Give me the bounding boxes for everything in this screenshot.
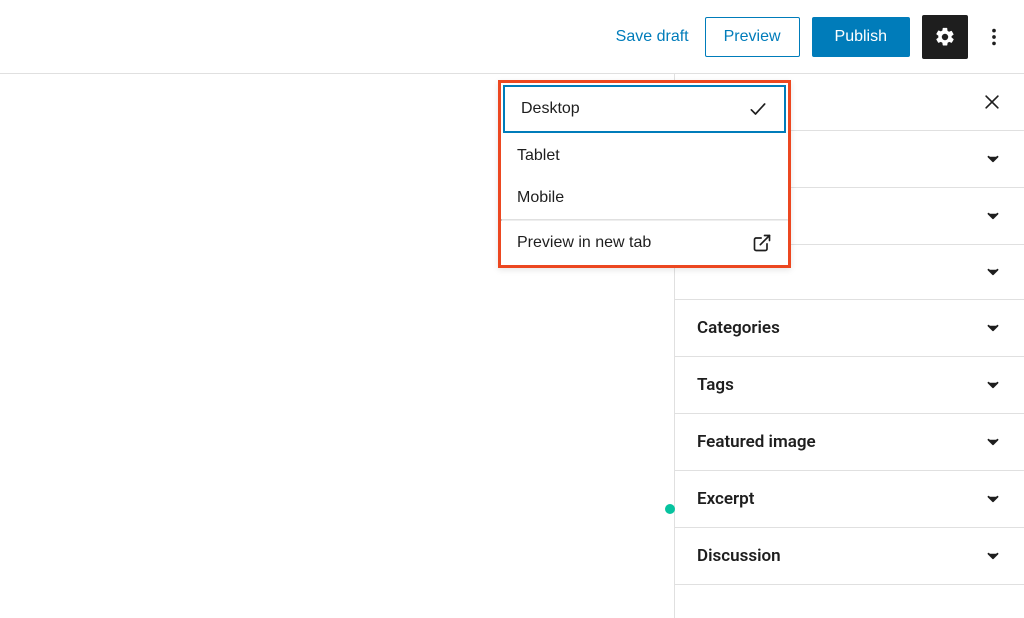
close-icon[interactable] — [982, 92, 1002, 112]
external-link-icon — [752, 233, 772, 253]
preview-option-desktop[interactable]: Desktop — [503, 85, 786, 133]
chevron-down-icon — [984, 490, 1002, 508]
gear-icon — [934, 26, 956, 48]
check-icon — [748, 99, 768, 119]
more-options-button[interactable] — [980, 15, 1008, 59]
sidebar-panel-label: Categories — [697, 318, 780, 338]
sidebar-panel-label: Featured image — [697, 432, 816, 452]
chevron-down-icon — [984, 207, 1002, 225]
more-vertical-icon — [983, 26, 1005, 48]
sidebar-panel-categories[interactable]: Categories — [675, 300, 1024, 357]
sidebar-panel-label: Tags — [697, 375, 734, 395]
preview-dropdown: Desktop Tablet Mobile Preview in new tab — [498, 80, 791, 268]
chevron-down-icon — [984, 319, 1002, 337]
sidebar-panel-label: Excerpt — [697, 489, 754, 509]
editor-top-bar: Save draft Preview Publish — [0, 0, 1024, 74]
chevron-down-icon — [984, 263, 1002, 281]
preview-option-label: Preview in new tab — [517, 234, 651, 252]
preview-option-label: Tablet — [517, 147, 560, 165]
preview-button[interactable]: Preview — [705, 17, 800, 57]
save-draft-button[interactable]: Save draft — [612, 20, 693, 54]
sidebar-panel-discussion[interactable]: Discussion — [675, 528, 1024, 585]
preview-option-tablet[interactable]: Tablet — [501, 135, 788, 177]
preview-option-mobile[interactable]: Mobile — [501, 177, 788, 219]
chevron-down-icon — [984, 376, 1002, 394]
preview-new-tab[interactable]: Preview in new tab — [501, 221, 788, 265]
chevron-down-icon — [984, 547, 1002, 565]
sidebar-panel-excerpt[interactable]: Excerpt — [675, 471, 1024, 528]
sidebar-panel-tags[interactable]: Tags — [675, 357, 1024, 414]
sidebar-panel-label: Discussion — [697, 546, 781, 566]
settings-button[interactable] — [922, 15, 968, 59]
preview-option-label: Desktop — [521, 100, 580, 118]
publish-button[interactable]: Publish — [812, 17, 910, 57]
sidebar-panel-featured-image[interactable]: Featured image — [675, 414, 1024, 471]
chevron-down-icon — [984, 433, 1002, 451]
preview-option-label: Mobile — [517, 189, 564, 207]
chevron-down-icon — [984, 150, 1002, 168]
presence-indicator — [665, 504, 675, 514]
